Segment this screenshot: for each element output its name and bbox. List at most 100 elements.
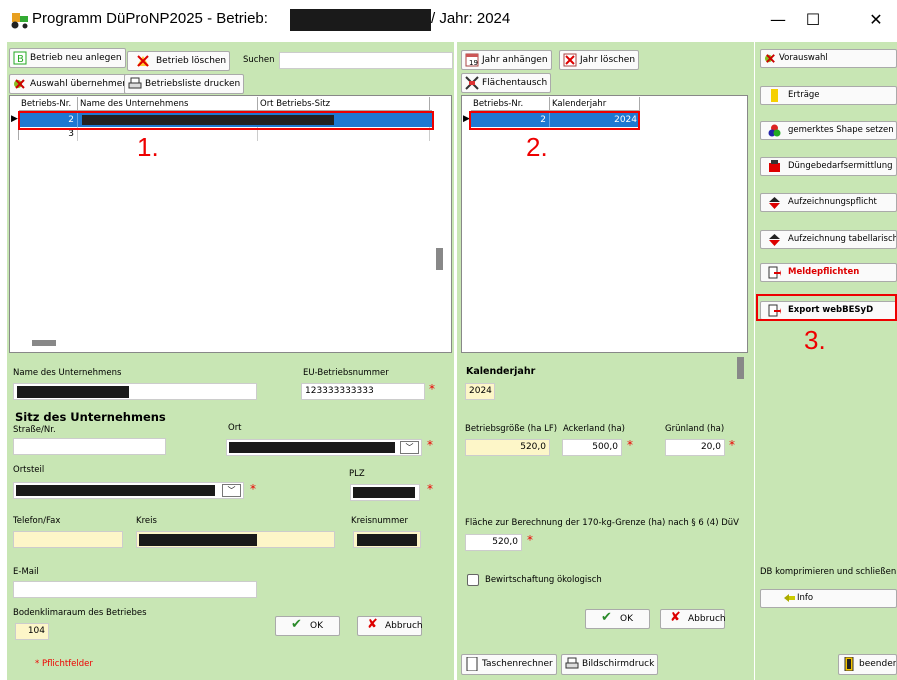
window-title-year: / Jahr: 2024 <box>431 10 511 27</box>
organic-checkbox[interactable] <box>467 574 479 586</box>
set-shape-button[interactable]: gemerktes Shape setzen <box>760 121 897 140</box>
redacted-value <box>16 485 215 496</box>
calendar-add-icon: 19 <box>465 53 479 67</box>
title-bar: Programm DüProNP2025 - Betrieb: / Jahr: … <box>0 0 897 40</box>
farm-cancel-button[interactable]: ✘ Abbruch <box>357 616 423 636</box>
company-seat-heading: Sitz des Unternehmens <box>15 410 166 424</box>
chevron-down-icon[interactable]: ﹀ <box>222 484 241 497</box>
farm-grid-header: Betriebs-Nr. Name des Unternehmens Ort B… <box>19 97 432 111</box>
highlight-box-1 <box>18 111 434 130</box>
farm-ok-button[interactable]: ✔ OK <box>275 616 340 636</box>
soil-climate-label: Bodenklimaraum des Betriebes <box>13 608 147 618</box>
col-farm-nr[interactable]: Betriebs-Nr. <box>471 97 550 111</box>
new-farm-button[interactable]: B Betrieb neu anlegen <box>9 48 126 68</box>
company-name-field[interactable] <box>13 383 257 400</box>
right-status-bar: beenden <box>755 650 897 680</box>
highlight-box-3 <box>756 294 897 321</box>
quit-button[interactable]: beenden <box>838 654 897 675</box>
apply-selection-button[interactable]: Auswahl übernehmen <box>9 74 132 94</box>
calculator-icon <box>466 657 478 671</box>
chevron-down-icon[interactable]: ﹀ <box>400 441 419 454</box>
soil-climate-field[interactable]: 104 <box>15 623 49 640</box>
grassland-field[interactable]: 20,0 <box>665 439 725 456</box>
grassland-label: Grünland (ha) <box>665 424 725 434</box>
farm-size-field[interactable]: 520,0 <box>465 439 550 456</box>
col-company-name[interactable]: Name des Unternehmens <box>78 97 258 111</box>
col-year[interactable]: Kalenderjahr <box>550 97 640 111</box>
county-nr-field[interactable] <box>353 531 421 548</box>
zip-field[interactable] <box>350 484 420 501</box>
minimize-button[interactable]: — <box>758 6 798 34</box>
required-marker: * <box>627 438 633 452</box>
street-label: Straße/Nr. <box>13 425 56 435</box>
eu-number-label: EU-Betriebsnummer <box>303 368 389 378</box>
district-label: Ortsteil <box>13 465 45 475</box>
farm-size-label: Betriebsgröße (ha LF) <box>465 424 558 434</box>
annotation-3: 3. <box>804 325 826 355</box>
horizontal-scrollbar-thumb[interactable] <box>32 340 56 346</box>
screenshot-print-button[interactable]: Bildschirmdruck <box>561 654 659 675</box>
yields-icon <box>771 89 778 102</box>
record-duty-button[interactable]: Aufzeichnungspflicht <box>760 193 897 212</box>
year-ok-button[interactable]: ✔ OK <box>585 609 650 629</box>
cancel-x-icon: ✘ <box>367 617 378 632</box>
preselection-button[interactable]: Vorauswahl <box>760 49 897 68</box>
district-select[interactable]: ﹀ <box>13 482 244 499</box>
calculator-button[interactable]: Taschenrechner <box>461 654 557 675</box>
name-label: Name des Unternehmens <box>13 368 122 378</box>
year-heading: Kalenderjahr <box>466 366 536 377</box>
arable-field[interactable]: 500,0 <box>562 439 622 456</box>
year-field[interactable]: 2024 <box>465 383 495 400</box>
city-select[interactable]: ﹀ <box>226 439 422 456</box>
maximize-button[interactable]: ☐ <box>793 6 833 34</box>
highlight-box-2 <box>469 111 640 130</box>
redacted-value <box>229 442 395 453</box>
eu-number-field[interactable]: 123333333333 <box>301 383 425 400</box>
delete-farm-icon <box>137 55 149 67</box>
window-title: Programm DüProNP2025 - Betrieb: <box>32 10 268 27</box>
reporting-duty-button[interactable]: Meldepflichten <box>760 263 897 282</box>
redacted-value <box>357 534 417 546</box>
vertical-scrollbar-thumb[interactable] <box>737 357 744 379</box>
middle-status-bar: Taschenrechner Bildschirmdruck <box>457 650 754 680</box>
farm-grid[interactable]: Betriebs-Nr. Name des Unternehmens Ort B… <box>9 95 452 353</box>
exit-door-icon <box>844 657 854 671</box>
record-table-button[interactable]: Aufzeichnung tabellarisch <box>760 230 897 249</box>
col-farm-nr[interactable]: Betriebs-Nr. <box>19 97 78 111</box>
required-marker: * <box>250 482 256 496</box>
area-170kg-field[interactable]: 520,0 <box>465 534 522 551</box>
county-field[interactable] <box>136 531 335 548</box>
year-grid-header: Betriebs-Nr. Kalenderjahr <box>471 97 640 111</box>
area-swap-button[interactable]: Flächentausch <box>461 73 552 93</box>
printer-icon <box>565 657 579 669</box>
year-cancel-button[interactable]: ✘ Abbruch <box>660 609 726 629</box>
required-fields-note: * Pflichtfelder <box>35 659 93 669</box>
printer-icon <box>128 77 142 89</box>
fertilizer-demand-button[interactable]: Düngebedarfsermittlung <box>760 157 897 176</box>
year-panel: 19 Jahr anhängen Jahr löschen Flächentaus… <box>457 42 754 650</box>
yields-button[interactable]: Erträge <box>760 86 897 105</box>
year-grid[interactable]: Betriebs-Nr. Kalenderjahr ▶ 2 2024 <box>461 95 748 379</box>
report-icon <box>768 266 781 279</box>
info-button[interactable]: Info <box>760 589 897 608</box>
required-marker: * <box>729 438 735 452</box>
calendar-delete-icon <box>563 53 577 67</box>
close-button[interactable]: ✕ <box>856 6 896 34</box>
required-marker: * <box>429 382 435 396</box>
street-field[interactable] <box>13 438 166 455</box>
county-nr-label: Kreisnummer <box>351 516 408 526</box>
col-location[interactable]: Ort Betriebs-Sitz <box>258 97 430 111</box>
required-marker: * <box>427 438 433 452</box>
compress-db-button[interactable]: DB komprimieren und schließen <box>760 567 897 577</box>
checkmark-icon: ✔ <box>291 617 302 632</box>
phone-field[interactable] <box>13 531 123 548</box>
search-label: Suchen <box>243 55 275 65</box>
delete-year-button[interactable]: Jahr löschen <box>559 50 640 70</box>
vertical-scrollbar-thumb[interactable] <box>436 248 443 270</box>
email-field[interactable] <box>13 581 257 598</box>
print-list-button[interactable]: Betriebsliste drucken <box>124 74 245 94</box>
delete-farm-button[interactable]: Betrieb löschen <box>127 51 231 71</box>
add-year-button[interactable]: 19 Jahr anhängen <box>461 50 552 70</box>
search-input[interactable] <box>279 52 453 69</box>
required-marker: * <box>427 482 433 496</box>
